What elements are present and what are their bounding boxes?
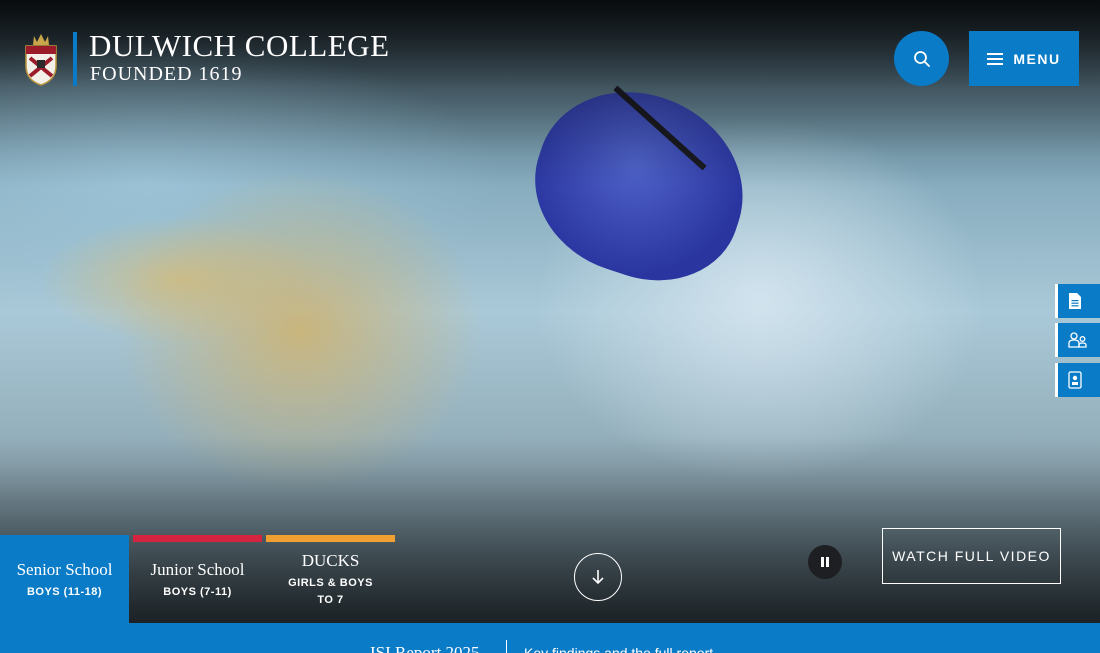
brand-divider	[73, 32, 77, 86]
banner-divider	[506, 640, 507, 653]
arrow-down-icon	[592, 570, 604, 585]
school-tab-name: DUCKS	[301, 551, 360, 570]
school-tab-name: Senior School	[16, 560, 113, 579]
tab-accent-bar	[0, 535, 129, 542]
school-tab-ducks[interactable]: DUCKS GIRLS & BOYS TO 7	[266, 535, 395, 623]
school-tab-sub: BOYS (7-11)	[163, 586, 232, 598]
search-icon	[913, 50, 930, 67]
school-tab-name: Junior School	[150, 560, 245, 579]
college-crest-icon[interactable]	[22, 32, 60, 86]
school-tab-sub: BOYS (11-18)	[26, 586, 103, 598]
side-tab-documents[interactable]	[1055, 284, 1100, 318]
brand-name[interactable]: DULWICH COLLEGE	[89, 28, 390, 64]
watch-full-video-button[interactable]: WATCH FULL VIDEO	[882, 528, 1061, 584]
school-tab-senior[interactable]: Senior School BOYS (11-18)	[0, 535, 129, 623]
side-tab-people[interactable]	[1055, 323, 1100, 357]
people-icon	[1068, 332, 1087, 348]
brand-founded: FOUNDED 1619	[90, 63, 243, 85]
isi-report-banner[interactable]: ISI Report 2025 Key findings and the ful…	[0, 623, 1100, 653]
hamburger-icon	[987, 52, 1004, 65]
banner-title: ISI Report 2025	[370, 643, 480, 653]
banner-link-text[interactable]: Key findings and the full report	[524, 645, 713, 653]
search-button[interactable]	[894, 31, 949, 86]
pause-icon	[821, 557, 829, 567]
scroll-down-button[interactable]	[574, 553, 622, 601]
tab-accent-bar	[266, 535, 395, 542]
pause-video-button[interactable]	[808, 545, 842, 579]
side-tab-id-card[interactable]	[1055, 363, 1100, 397]
document-icon	[1069, 293, 1081, 309]
school-tab-junior[interactable]: Junior School BOYS (7-11)	[133, 535, 262, 623]
school-tab-sub: GIRLS & BOYS TO 7	[288, 577, 373, 606]
menu-button[interactable]: MENU	[969, 31, 1079, 86]
id-card-icon	[1068, 371, 1082, 389]
tab-accent-bar	[133, 535, 262, 542]
menu-label: MENU	[1013, 50, 1061, 67]
